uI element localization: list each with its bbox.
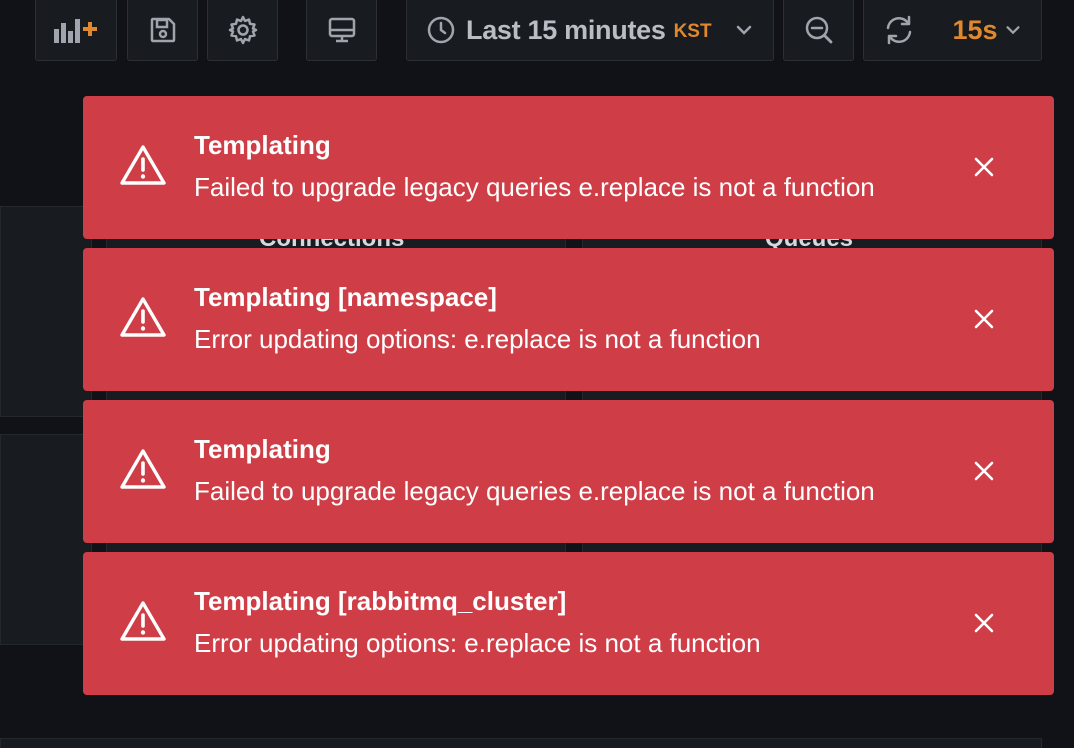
save-icon [150,17,175,43]
alert-error: Templating [namespace] Error updating op… [83,248,1054,391]
add-panel-button[interactable] [35,0,117,61]
alert-title: Templating [rabbitmq_cluster] [194,586,567,616]
timezone-label: KST [673,21,712,42]
warning-triangle-icon [120,601,166,641]
clock-icon [427,16,455,44]
zoom-out-icon [805,16,832,44]
alert-title: Templating [194,130,331,160]
time-range-label: Last 15 minutes [466,14,666,45]
alert-message: Failed to upgrade legacy queries e.repla… [194,172,875,202]
bottom-panel [0,738,1042,748]
time-range-picker[interactable]: Last 15 minutes KST [406,0,774,61]
close-icon[interactable] [971,154,997,180]
refresh-button[interactable] [863,0,934,61]
refresh-interval-value: 15s [952,14,998,45]
zoom-out-button[interactable] [783,0,854,61]
alert-title: Templating [194,434,331,464]
warning-triangle-icon [120,145,166,185]
close-icon[interactable] [971,306,997,332]
background-panel-row [0,206,92,417]
chevron-down-icon [736,25,751,35]
warning-triangle-icon [120,297,166,337]
dashboard-settings-button[interactable] [207,0,278,61]
alert-error: Templating [rabbitmq_cluster] Error upda… [83,552,1054,695]
dashboard-page: Last 15 minutes KST 15s Templating Faile… [0,0,1074,748]
background-panel-row [0,434,92,645]
close-icon[interactable] [971,610,997,636]
alert-message: Error updating options: e.replace is not… [194,628,761,658]
add-panel-icon [54,19,97,43]
gear-icon [228,15,257,45]
chevron-down-icon [1006,26,1020,35]
alert-message: Failed to upgrade legacy queries e.repla… [194,476,875,506]
warning-triangle-icon [120,449,166,489]
monitor-icon [328,17,355,43]
alert-title: Templating [namespace] [194,282,497,312]
alert-error: Templating Failed to upgrade legacy quer… [83,96,1054,239]
tv-mode-button[interactable] [306,0,377,61]
save-dashboard-button[interactable] [127,0,198,61]
close-icon[interactable] [971,458,997,484]
alert-message: Error updating options: e.replace is not… [194,324,761,354]
alert-error: Templating Failed to upgrade legacy quer… [83,400,1054,543]
refresh-interval-picker[interactable]: 15s [933,0,1042,61]
refresh-icon [886,15,911,45]
